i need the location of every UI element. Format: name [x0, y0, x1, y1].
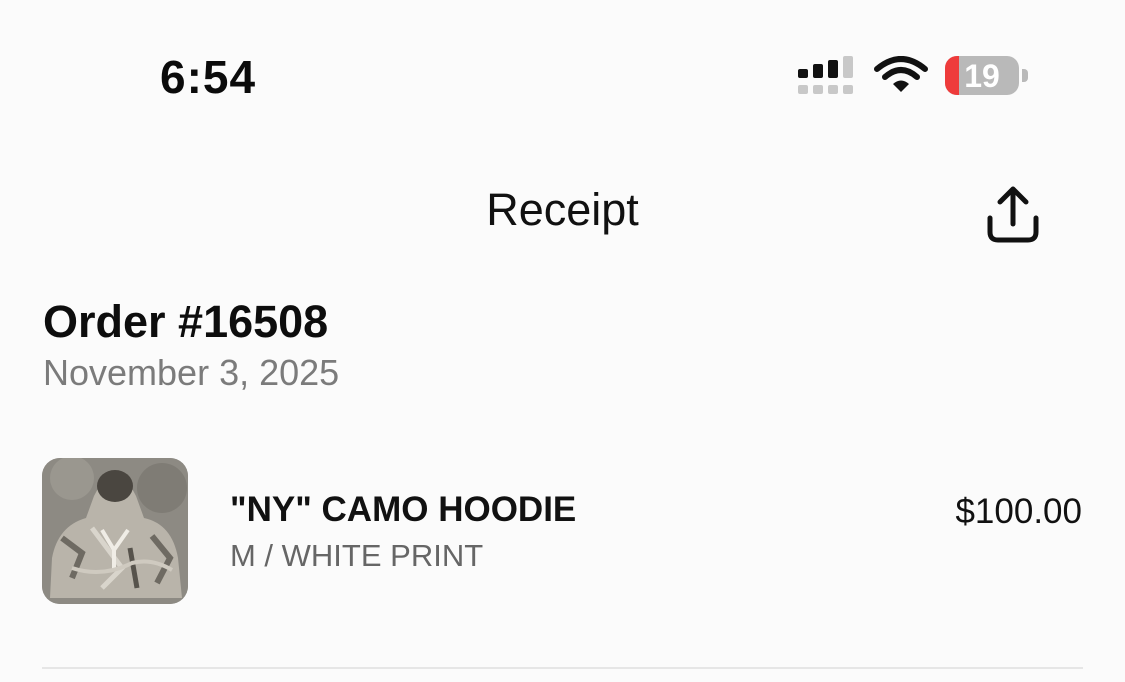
status-bar: 6:54 19: [0, 0, 1125, 150]
product-image[interactable]: [42, 458, 188, 604]
item-name: "NY" CAMO HOODIE: [230, 490, 577, 529]
battery-level: 19: [964, 58, 1000, 94]
page-title: Receipt: [486, 184, 639, 235]
list-item[interactable]: "NY" CAMO HOODIE M / WHITE PRINT $100.00: [42, 458, 1082, 606]
share-button[interactable]: [982, 184, 1044, 246]
item-price: $100.00: [955, 492, 1082, 531]
battery-icon: 19: [945, 56, 1029, 96]
nav-bar: Receipt: [0, 170, 1125, 260]
divider: [42, 667, 1083, 669]
order-title: Order #16508: [43, 296, 329, 347]
order-date: November 3, 2025: [43, 352, 340, 393]
status-time: 6:54: [160, 51, 257, 103]
item-variant: M / WHITE PRINT: [230, 538, 484, 573]
wifi-icon: [874, 56, 928, 92]
share-icon: [987, 186, 1039, 243]
signal-icon: [798, 56, 853, 94]
